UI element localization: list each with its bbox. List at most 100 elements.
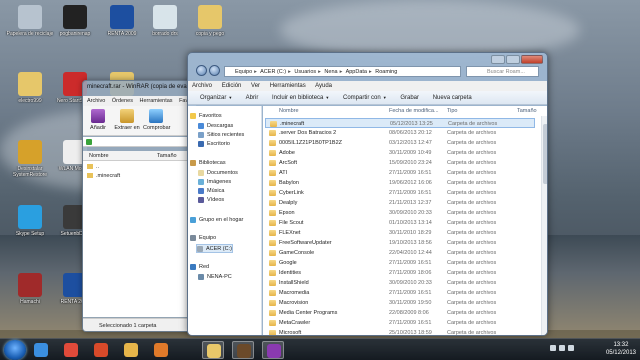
forward-button[interactable] bbox=[209, 65, 220, 76]
winrar-path-bar[interactable] bbox=[83, 137, 196, 147]
breadcrumb-equipo[interactable]: Equipo bbox=[235, 69, 252, 75]
nav-music[interactable]: Música bbox=[198, 187, 224, 196]
winrar-col-name[interactable]: Nombre bbox=[89, 151, 109, 161]
volume-icon[interactable] bbox=[568, 345, 574, 351]
minimize-button[interactable] bbox=[491, 55, 505, 64]
table-row[interactable]: ArcSoft 15/09/2010 23:24 Carpeta de archiv… bbox=[265, 158, 535, 168]
flag-icon[interactable] bbox=[550, 345, 556, 351]
nav-pictures[interactable]: Imágenes bbox=[198, 178, 231, 187]
table-row[interactable]: Epson 30/09/2010 20:33 Carpeta de archivos bbox=[265, 208, 535, 218]
start-button[interactable] bbox=[4, 340, 26, 360]
menu-herramientas[interactable]: Herramientas bbox=[270, 83, 306, 89]
desktop-icon-item[interactable]: copia y pego bbox=[185, 5, 235, 37]
col-date[interactable]: Fecha de modifica... bbox=[389, 106, 439, 116]
add-button[interactable]: Añadir bbox=[85, 109, 111, 131]
taskbar-app-button[interactable] bbox=[202, 341, 224, 359]
desktop-icon-item[interactable]: pogbanirenap bbox=[50, 5, 100, 37]
winrar-menu-archivo[interactable]: Archivo bbox=[87, 98, 105, 104]
table-row[interactable]: Microsoft 25/10/2013 18:59 Carpeta de arch… bbox=[265, 328, 535, 335]
taskbar-app-button[interactable] bbox=[262, 341, 284, 359]
desktop-icon-item[interactable]: Hamachi bbox=[5, 273, 55, 305]
winrar-window[interactable]: minecraft.rar - WinRAR (copia de eval...… bbox=[82, 80, 197, 332]
share-button[interactable]: Compartir con ▼ bbox=[343, 95, 387, 101]
table-row[interactable]: 0005IL1Z21P1B0TP1B2Z 03/12/2013 12:47 Carp… bbox=[265, 138, 535, 148]
table-row[interactable]: Identities 27/11/2009 18:06 Carpeta de arc… bbox=[265, 268, 535, 278]
menu-ver[interactable]: Ver bbox=[251, 83, 260, 89]
nav-network[interactable]: Red bbox=[190, 263, 209, 272]
table-row[interactable]: CyberLink 27/11/2009 16:51 Carpeta de arch… bbox=[265, 188, 535, 198]
nav-favorites[interactable]: Favoritos bbox=[190, 112, 222, 121]
taskbar-app-button[interactable] bbox=[232, 341, 254, 359]
table-row[interactable]: .minecraft 05/12/2013 13:25 Carpeta de arc… bbox=[265, 118, 535, 128]
taskbar-app-button[interactable] bbox=[90, 341, 112, 359]
nav-desktop[interactable]: Escritorio bbox=[198, 140, 230, 149]
winrar-menu-ordenes[interactable]: Órdenes bbox=[112, 98, 133, 104]
scrollbar-thumb[interactable] bbox=[543, 124, 547, 184]
close-button[interactable] bbox=[521, 55, 543, 64]
taskbar-app-button[interactable] bbox=[60, 341, 82, 359]
include-library-button[interactable]: Incluir en biblioteca ▼ bbox=[272, 95, 329, 101]
table-row[interactable]: MetaCrawler 27/11/2009 16:51 Carpeta de ar… bbox=[265, 318, 535, 328]
table-row[interactable]: ATI 27/11/2009 16:51 Carpeta de archivos bbox=[265, 168, 535, 178]
table-row[interactable]: .server Dos Batracios 2 08/06/2013 20:12 C… bbox=[265, 128, 535, 138]
list-item[interactable]: .. bbox=[87, 163, 99, 171]
col-name[interactable]: Nombre bbox=[279, 106, 299, 116]
nav-documents[interactable]: Documentos bbox=[198, 169, 238, 178]
clock[interactable]: 13:32 05/12/2013 bbox=[606, 341, 636, 359]
list-item[interactable]: .minecraft bbox=[87, 172, 120, 180]
table-row[interactable]: Macromedia 27/11/2009 16:51 Carpeta de arc… bbox=[265, 288, 535, 298]
open-button[interactable]: Abrir bbox=[246, 95, 259, 101]
table-row[interactable]: Adobe 30/11/2009 10:49 Carpeta de archivos bbox=[265, 148, 535, 158]
table-row[interactable]: FLEXnet 30/11/2010 18:29 Carpeta de archiv… bbox=[265, 228, 535, 238]
nav-recent-places[interactable]: Sitios recientes bbox=[198, 131, 244, 140]
explorer-window[interactable]: Equipo ▸ ACER (C:) ▸ Usuarios ▸ Nena ▸ AppDa… bbox=[187, 52, 548, 336]
table-row[interactable]: Babylon 19/06/2012 16:06 Carpeta de archiv… bbox=[265, 178, 535, 188]
nav-drive-c[interactable]: ACER (C:) bbox=[196, 244, 233, 253]
desktop-icon-item[interactable]: electro999 bbox=[5, 72, 55, 104]
search-input[interactable]: Buscar Roam... bbox=[466, 66, 539, 77]
col-size[interactable]: Tamaño bbox=[517, 106, 537, 116]
breadcrumb-nena[interactable]: Nena bbox=[324, 69, 337, 75]
menu-edicion[interactable]: Edición bbox=[222, 83, 242, 89]
nav-libraries[interactable]: Bibliotecas bbox=[190, 159, 226, 168]
up-folder-icon[interactable] bbox=[86, 139, 92, 145]
test-button[interactable]: Comprobar bbox=[143, 109, 171, 131]
menu-archivo[interactable]: Archivo bbox=[192, 83, 212, 89]
address-bar[interactable]: Equipo ▸ ACER (C:) ▸ Usuarios ▸ Nena ▸ AppDa… bbox=[224, 66, 461, 77]
nav-homegroup[interactable]: Grupo en el hogar bbox=[190, 216, 243, 225]
taskbar-app-button[interactable] bbox=[120, 341, 142, 359]
network-icon[interactable] bbox=[559, 345, 565, 351]
back-button[interactable] bbox=[196, 65, 207, 76]
table-row[interactable]: Media Center Programs 22/08/2009 8:06 Carp… bbox=[265, 308, 535, 318]
breadcrumb-appdata[interactable]: AppData bbox=[346, 69, 367, 75]
breadcrumb-roaming[interactable]: Roaming bbox=[375, 69, 397, 75]
breadcrumb-usuarios[interactable]: Usuarios bbox=[294, 69, 316, 75]
table-row[interactable]: FreeSoftwareUpdater 19/10/2013 18:56 Carpe… bbox=[265, 238, 535, 248]
table-row[interactable]: Google 27/11/2009 16:51 Carpeta de archivo… bbox=[265, 258, 535, 268]
organize-button[interactable]: Organizar ▼ bbox=[200, 95, 232, 101]
nav-downloads[interactable]: Descargas bbox=[198, 122, 233, 131]
table-row[interactable]: Dealply 21/11/2013 12:37 Carpeta de archiv… bbox=[265, 198, 535, 208]
winrar-col-size[interactable]: Tamaño bbox=[157, 151, 177, 161]
desktop-icon-item[interactable]: Skype Setup bbox=[5, 205, 55, 237]
new-folder-button[interactable]: Nueva carpeta bbox=[433, 95, 472, 101]
table-row[interactable]: File Scout 01/10/2013 13:14 Carpeta de arc… bbox=[265, 218, 535, 228]
table-row[interactable]: InstallShield 30/09/2010 20:33 Carpeta de … bbox=[265, 278, 535, 288]
maximize-button[interactable] bbox=[506, 55, 520, 64]
nav-nena-pc[interactable]: NENA-PC bbox=[198, 273, 232, 282]
table-row[interactable]: GameConsole 22/04/2010 12:44 Carpeta de ar… bbox=[265, 248, 535, 258]
menu-ayuda[interactable]: Ayuda bbox=[315, 83, 332, 89]
breadcrumb-acer[interactable]: ACER (C:) bbox=[260, 69, 286, 75]
desktop-icon-item[interactable]: borrado drs bbox=[140, 5, 190, 37]
nav-videos[interactable]: Vídeos bbox=[198, 196, 224, 205]
desktop-icon-item[interactable]: Papelera de reciclaje bbox=[5, 5, 55, 37]
table-row[interactable]: Macrovision 30/11/2009 19:50 Carpeta de ar… bbox=[265, 298, 535, 308]
nav-computer[interactable]: Equipo bbox=[190, 234, 216, 243]
winrar-menu-herramientas[interactable]: Herramientas bbox=[140, 98, 173, 104]
extract-to-button[interactable]: Extraer en bbox=[114, 109, 140, 131]
vertical-scrollbar[interactable] bbox=[541, 116, 547, 335]
col-type[interactable]: Tipo bbox=[447, 106, 458, 116]
desktop-icon-item[interactable]: Desinstalar SystemRestore bbox=[5, 140, 55, 178]
taskbar-app-button[interactable] bbox=[30, 341, 52, 359]
taskbar-app-button[interactable] bbox=[150, 341, 172, 359]
